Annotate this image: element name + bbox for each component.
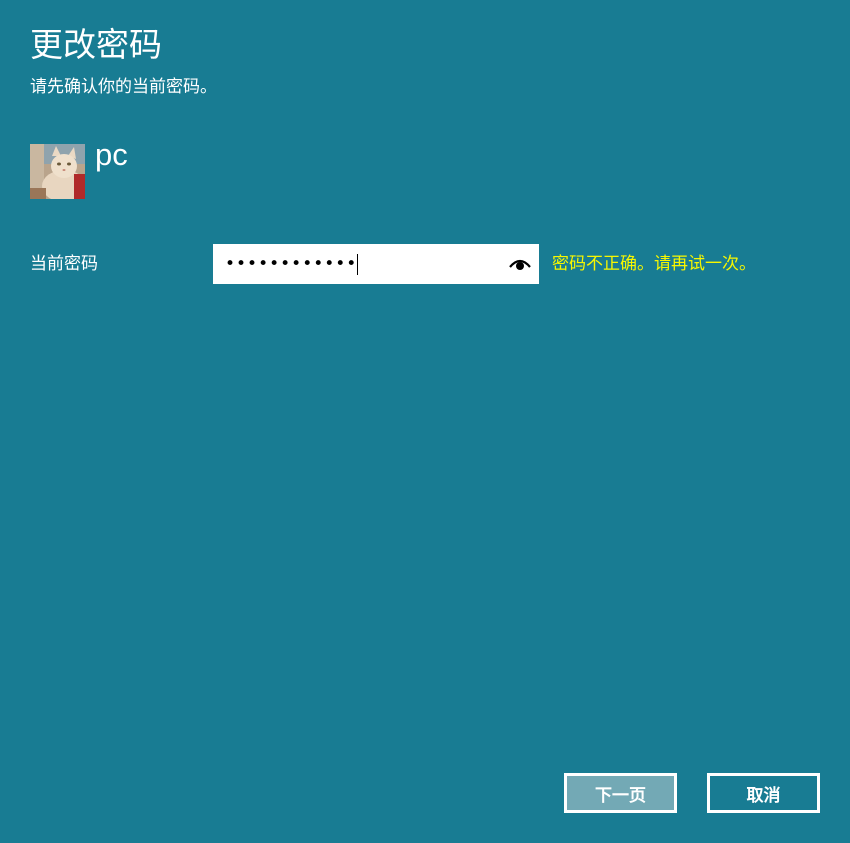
current-password-label: 当前密码: [30, 254, 98, 274]
eye-icon: [509, 259, 531, 270]
cancel-button[interactable]: 取消: [707, 773, 820, 813]
current-password-input[interactable]: [213, 244, 503, 284]
reveal-password-button[interactable]: [507, 252, 533, 276]
username: pc: [95, 137, 128, 172]
next-button[interactable]: 下一页: [564, 773, 677, 813]
user-avatar: [30, 144, 85, 199]
error-message: 密码不正确。请再试一次。: [552, 254, 756, 274]
password-field[interactable]: [213, 244, 539, 284]
text-caret: [357, 254, 358, 275]
page-title: 更改密码: [30, 25, 162, 64]
page-subtitle: 请先确认你的当前密码。: [30, 77, 217, 97]
cat-photo-icon: [30, 144, 85, 199]
